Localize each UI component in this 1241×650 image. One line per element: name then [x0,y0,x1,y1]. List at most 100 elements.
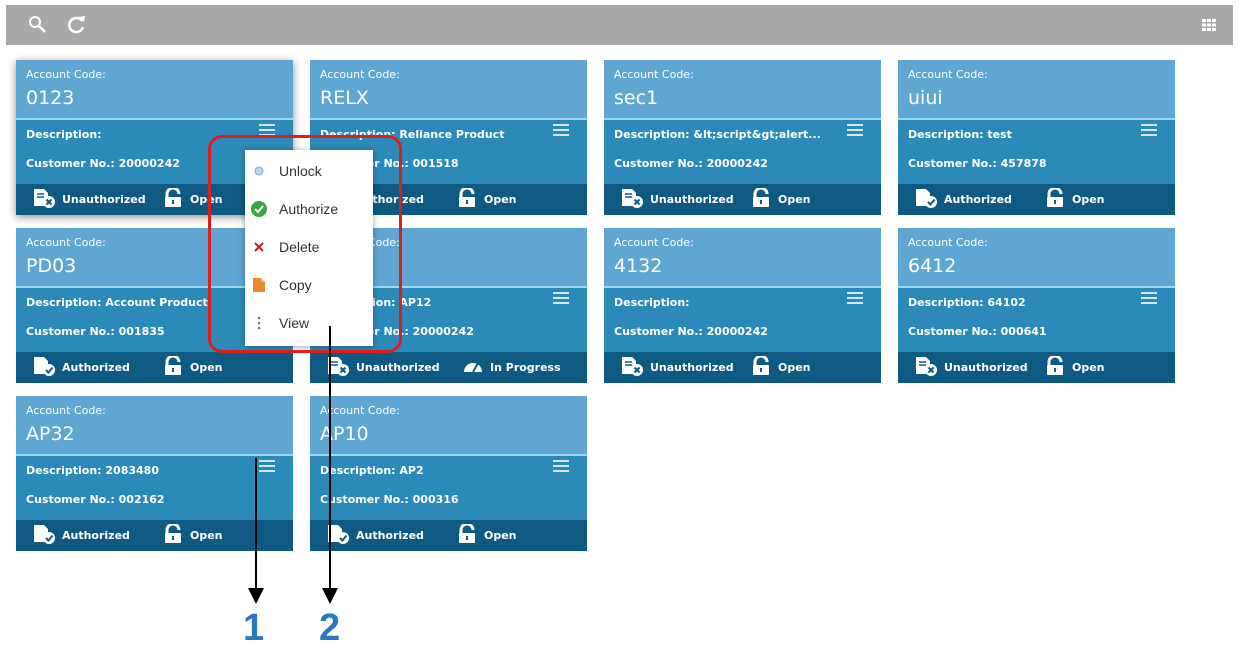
account-card-8[interactable]: Account Code: 6412 Description: 64102 Cu… [898,228,1175,383]
record-status: Open [750,184,811,215]
card-footer: Authorized Open [310,520,587,551]
authorization-status: Authorized [32,520,130,551]
description-row: Description: test [908,128,1012,141]
description-row: Description: &lt;script&gt;alert... [614,128,821,141]
record-status: Open [1044,352,1105,383]
customer-value: 001518 [412,157,459,170]
account-code-value: AP32 [26,423,75,445]
authorization-status: Unauthorized [32,184,146,215]
card-menu-button[interactable] [1141,124,1157,136]
record-status: Open [750,352,811,383]
card-header: Account Code: AP10 [310,396,587,456]
description-value: AP2 [399,464,424,477]
card-footer: Authorized Open [898,184,1175,215]
customer-row: Customer No.: 457878 [908,157,1047,170]
customer-value: 000641 [1000,325,1047,338]
account-card-3[interactable]: Account Code: sec1 Description: &lt;scri… [604,60,881,215]
customer-value: 457878 [1000,157,1047,170]
customer-row: Customer No.: 002162 [26,493,165,506]
authorization-status: Authorized [914,184,1012,215]
card-menu-button[interactable] [1141,292,1157,304]
customer-value: 20000242 [706,157,768,170]
record-status: Open [456,184,517,215]
account-code-value: 0123 [26,87,75,109]
description-row: Description: Account Product [26,296,208,309]
open-lock-icon [1044,354,1072,379]
arrow-2-head [322,588,338,604]
account-code-value: PD03 [26,255,77,277]
account-code-label: Account Code: [26,236,106,249]
card-header: Account Code: AP32 [16,396,293,456]
callout-number-1: 1 [243,607,265,649]
account-card-7[interactable]: Account Code: 4132 Description: Customer… [604,228,881,383]
customer-value: 002162 [118,493,165,506]
account-card-4[interactable]: Account Code: uiui Description: test Cus… [898,60,1175,215]
account-code-label: Account Code: [908,236,988,249]
description-value: AP12 [399,296,432,309]
unauthorized-icon [32,188,62,211]
card-menu-button[interactable] [553,124,569,136]
customer-value: 20000242 [706,325,768,338]
card-header: Account Code: RELX [310,60,587,120]
arrow-1-head [248,588,264,604]
card-menu-button[interactable] [847,292,863,304]
customer-value: 20000242 [118,157,180,170]
account-card-9[interactable]: Account Code: AP32 Description: 2083480 … [16,396,293,551]
arrow-2-line [329,326,331,590]
record-status: Open [162,352,223,383]
customer-row: Customer No.: 20000242 [614,157,768,170]
description-row: Description: [26,128,102,141]
open-lock-icon [162,186,190,211]
card-header: Account Code: 4132 [604,228,881,288]
account-card-10[interactable]: Account Code: AP10 Description: AP2 Cust… [310,396,587,551]
account-code-value: AP10 [320,423,369,445]
card-footer: Unauthorized Open [604,184,881,215]
card-header: Account Code: uiui [898,60,1175,120]
description-value: &lt;script&gt;alert... [693,128,821,141]
card-menu-button[interactable] [259,460,275,472]
card-menu-button[interactable] [847,124,863,136]
authorization-status: Unauthorized [620,184,734,215]
open-lock-icon [162,354,190,379]
customer-value: 20000242 [412,325,474,338]
open-lock-icon [750,186,778,211]
card-menu-button[interactable] [553,292,569,304]
account-code-label: Account Code: [908,68,988,81]
toolbar [6,5,1233,45]
authorization-status: Unauthorized [914,352,1028,383]
open-lock-icon [456,186,484,211]
grid-view-icon[interactable] [1197,13,1221,37]
highlight-box [208,135,402,353]
description-row: Description: 2083480 [26,464,159,477]
account-code-label: Account Code: [614,236,694,249]
description-row: Description: [614,296,690,309]
description-value: Reliance Product [399,128,505,141]
card-footer: Unauthorized In Progress [310,352,587,383]
open-lock-icon [750,354,778,379]
search-icon[interactable] [26,13,50,37]
account-code-label: Account Code: [26,404,106,417]
callout-number-2: 2 [319,607,341,649]
description-row: Description: AP2 [320,464,424,477]
account-code-value: RELX [320,87,369,109]
description-value: 2083480 [105,464,159,477]
unauthorized-icon [620,356,650,379]
card-footer: Authorized Open [16,352,293,383]
customer-row: Customer No.: 20000242 [26,157,180,170]
account-code-label: Account Code: [320,68,400,81]
authorized-icon [32,356,62,379]
refresh-icon[interactable] [64,13,88,37]
customer-value: 001835 [118,325,165,338]
authorized-icon [32,524,62,547]
card-footer: Unauthorized Open [604,352,881,383]
account-code-value: 4132 [614,255,663,277]
authorization-status: Unauthorized [326,352,440,383]
customer-row: Customer No.: 000641 [908,325,1047,338]
authorization-status: Authorized [326,520,424,551]
record-status: Open [1044,184,1105,215]
account-code-value: 6412 [908,255,957,277]
authorization-status: Unauthorized [620,352,734,383]
description-value: test [987,128,1012,141]
card-menu-button[interactable] [553,460,569,472]
card-footer: Unauthorized Open [898,352,1175,383]
